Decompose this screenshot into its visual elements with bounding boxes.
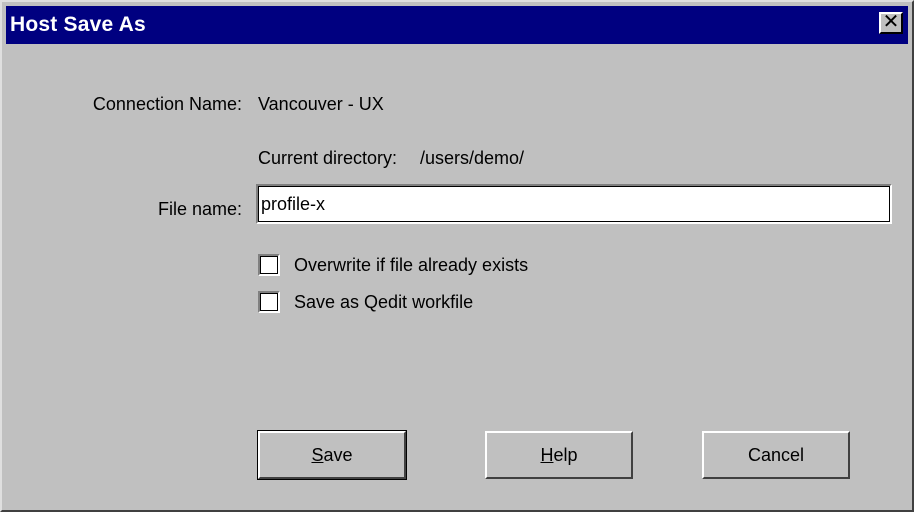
connection-name-value: Vancouver - UX xyxy=(258,94,384,114)
dialog-title: Host Save As xyxy=(10,13,146,36)
help-button[interactable]: Help xyxy=(485,431,633,479)
close-button[interactable]: ✕ xyxy=(879,12,903,34)
qedit-checkbox[interactable] xyxy=(258,291,280,313)
file-name-input[interactable] xyxy=(256,184,892,224)
save-mnemonic: S xyxy=(311,444,324,465)
help-button-label: Help xyxy=(540,445,577,466)
title-bar[interactable]: Host Save As ✕ xyxy=(6,6,908,44)
save-button[interactable]: Save xyxy=(257,430,407,480)
cancel-button[interactable]: Cancel xyxy=(702,431,850,479)
overwrite-label[interactable]: Overwrite if file already exists xyxy=(294,254,528,276)
current-directory-value: /users/demo/ xyxy=(420,148,525,168)
help-label-rest: elp xyxy=(553,444,578,465)
cancel-button-label: Cancel xyxy=(747,444,805,465)
overwrite-checkbox[interactable] xyxy=(258,254,280,276)
current-directory-label: Current directory: xyxy=(258,148,398,168)
connection-name-label: Connection Name: xyxy=(92,94,242,114)
file-name-label: File name: xyxy=(157,199,242,219)
close-icon: ✕ xyxy=(882,11,900,33)
save-label-rest: ave xyxy=(323,444,353,465)
qedit-label[interactable]: Save as Qedit workfile xyxy=(294,291,473,313)
help-mnemonic: H xyxy=(540,444,554,465)
save-button-label: Save xyxy=(311,445,352,466)
host-save-as-dialog: Host Save As ✕ Connection Name: Vancouve… xyxy=(0,0,914,512)
